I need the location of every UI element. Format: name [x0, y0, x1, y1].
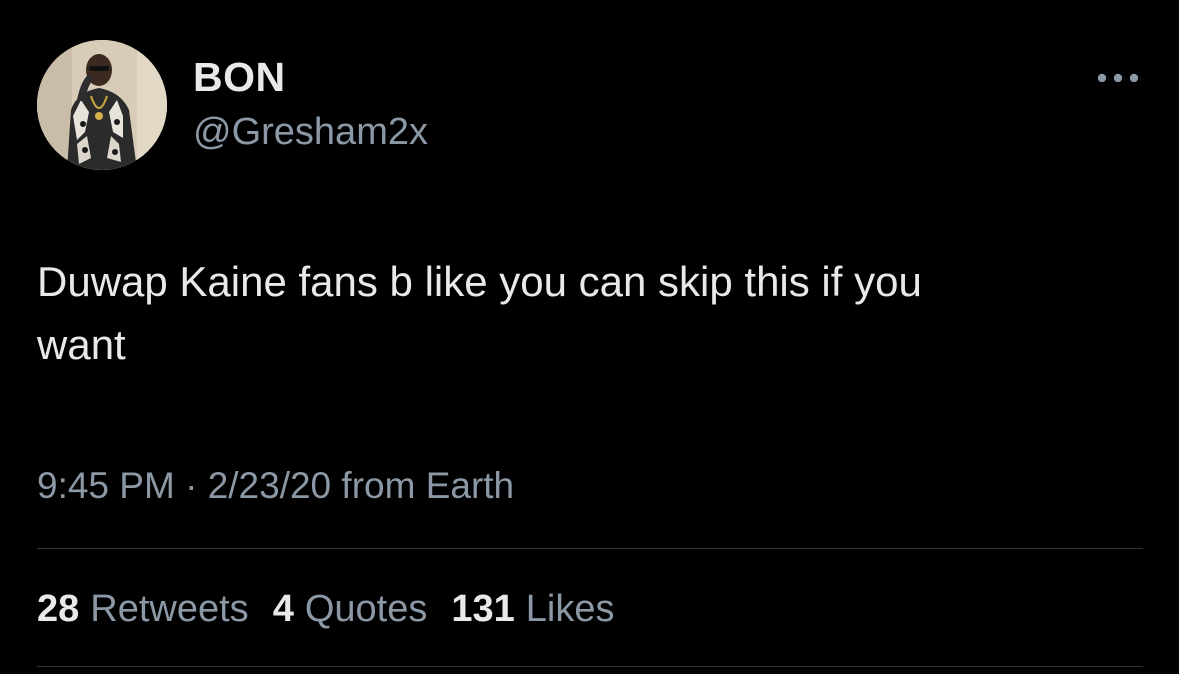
- divider: [37, 666, 1143, 667]
- quotes-count: 4: [272, 588, 294, 630]
- user-handle[interactable]: @Gresham2x: [193, 110, 428, 154]
- likes-count: 131: [451, 588, 515, 630]
- retweets-label: Retweets: [90, 588, 249, 630]
- tweet-meta: 9:45 PM · 2/23/20 from Earth: [37, 464, 514, 508]
- more-options-icon: [1097, 73, 1139, 83]
- retweets-stat[interactable]: 28 Retweets: [37, 586, 249, 632]
- profile-photo-icon: [37, 40, 167, 170]
- likes-label: Likes: [525, 588, 615, 630]
- likes-stat[interactable]: 131 Likes: [451, 586, 614, 632]
- tweet-text: Duwap Kaine fans b like you can skip thi…: [37, 258, 922, 368]
- retweets-count: 28: [37, 588, 80, 630]
- engagement-stats: 28 Retweets 4 Quotes 131 Likes: [37, 586, 638, 632]
- tweet-time[interactable]: 9:45 PM: [37, 465, 175, 506]
- display-name[interactable]: BON: [193, 54, 286, 100]
- divider: [37, 548, 1143, 549]
- meta-separator: ·: [185, 465, 198, 506]
- tweet-date[interactable]: 2/23/20: [208, 465, 331, 506]
- more-options-button[interactable]: [1088, 58, 1148, 98]
- avatar[interactable]: [37, 40, 167, 170]
- tweet-detail: BON @Gresham2x Duwap Kaine fans b like y…: [0, 0, 1179, 674]
- tweet-source: from Earth: [341, 465, 515, 506]
- quotes-stat[interactable]: 4 Quotes: [273, 586, 428, 632]
- quotes-label: Quotes: [304, 588, 428, 630]
